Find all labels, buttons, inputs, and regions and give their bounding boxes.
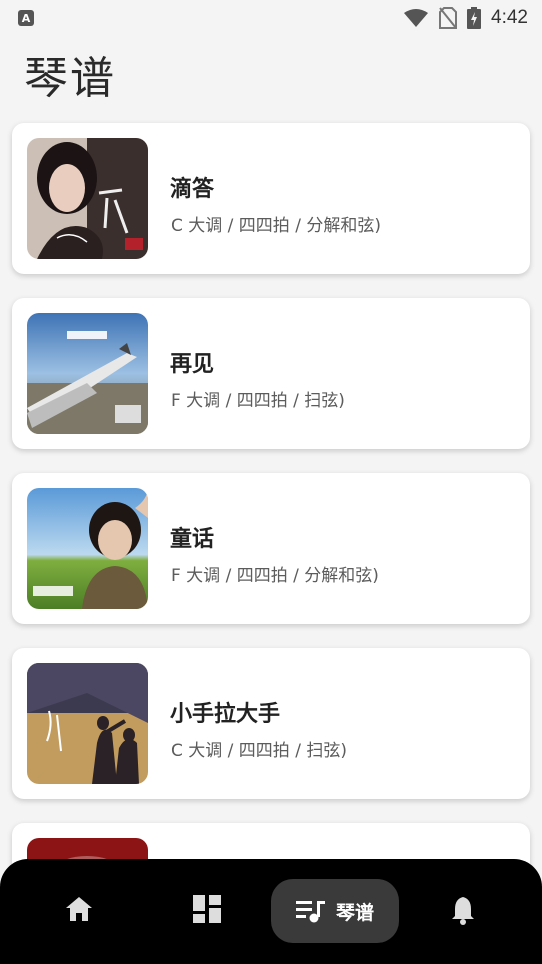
song-title: 童话 [170, 527, 215, 552]
status-time: 4:42 [491, 7, 528, 28]
page-title: 琴谱 [24, 53, 116, 104]
album-cover [27, 488, 148, 609]
nav-dashboard[interactable] [193, 895, 221, 927]
status-icons: 4:42 [403, 7, 528, 29]
music-sheet-icon [295, 901, 325, 923]
status-bar: A 4:42 [0, 0, 542, 36]
app-notification-icon: A [18, 10, 34, 26]
album-cover [27, 663, 148, 784]
album-cover [27, 313, 148, 434]
song-card[interactable]: 童话 F 大调 / 四四拍 / 分解和弦) [12, 473, 530, 624]
song-card[interactable]: 滴答 C 大调 / 四四拍 / 分解和弦) [12, 123, 530, 274]
dashboard-icon [193, 895, 221, 923]
album-cover [27, 138, 148, 259]
nav-music-sheets-label: 琴谱 [335, 901, 374, 924]
song-meta: C 大调 / 四四拍 / 分解和弦) [171, 216, 381, 236]
home-icon [66, 897, 92, 921]
nav-notifications[interactable] [450, 895, 476, 929]
song-title: 再见 [170, 352, 215, 377]
song-card[interactable]: 小手拉大手 C 大调 / 四四拍 / 扫弦) [12, 648, 530, 799]
wifi-icon [404, 9, 429, 27]
song-title: 滴答 [170, 177, 215, 202]
song-meta: F 大调 / 四四拍 / 扫弦) [171, 391, 345, 411]
song-card[interactable]: 再见 F 大调 / 四四拍 / 扫弦) [12, 298, 530, 449]
song-title: 小手拉大手 [170, 702, 281, 727]
song-list: 滴答 C 大调 / 四四拍 / 分解和弦) 再见 F 大调 / 四四拍 / 扫弦… [12, 123, 530, 964]
battery-charging-icon [467, 7, 482, 29]
bottom-navigation: 琴谱 [0, 859, 542, 964]
nav-home[interactable] [64, 895, 94, 927]
nav-music-sheets[interactable]: 琴谱 [271, 879, 399, 943]
song-meta: F 大调 / 四四拍 / 分解和弦) [171, 566, 379, 586]
no-sim-icon [439, 7, 458, 29]
bell-icon [452, 897, 474, 925]
song-meta: C 大调 / 四四拍 / 扫弦) [171, 741, 347, 761]
